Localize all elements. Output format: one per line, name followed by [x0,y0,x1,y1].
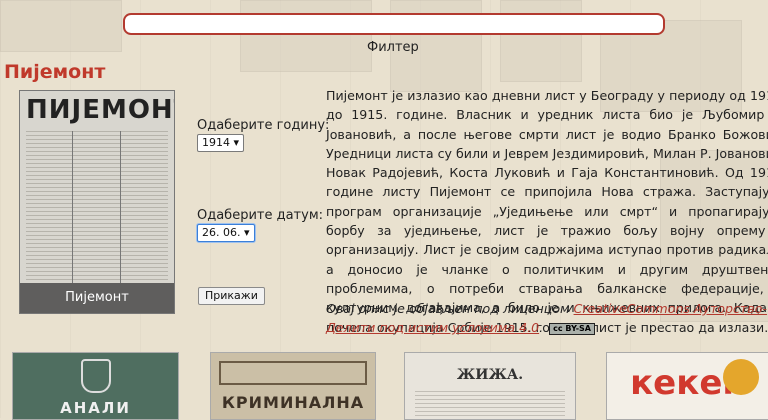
thumbnail-title: АНАЛИ [60,399,131,417]
cover-text-lines [26,131,168,283]
show-button[interactable]: Прикажи [198,287,265,305]
cc-by-sa-icon[interactable]: cc BY-SA [549,322,595,335]
license-suffix: . [539,320,544,335]
license-note: Овај опис је објављен под лиценцом Creat… [326,299,768,337]
year-label: Одаберите годину: [197,118,330,133]
thumbnail-zhiska[interactable]: ЖИЖА. [404,352,576,420]
cover-column-rule [72,131,73,283]
cover-column-rule [120,131,121,283]
thumbnail-text-lines [415,391,565,419]
filter-input[interactable] [123,13,665,35]
year-select[interactable]: 1914 ▾ [197,134,245,152]
thumbnail-kekec[interactable]: кекеп [606,352,768,420]
date-label: Одаберите датум: [197,208,324,223]
badge-circle [723,359,759,395]
license-prefix: Овај опис је објављен под лиценцом [326,301,574,316]
thumbnail-anali[interactable]: АНАЛИ [12,352,179,420]
ornament-frame [219,361,367,385]
filter-label: Филтер [367,40,419,55]
newspaper-cover[interactable]: ПИЈЕМОНТ Пијемонт [19,90,175,314]
crest-icon [81,359,111,393]
cover-caption: Пијемонт [20,283,174,313]
page-title: Пијемонт [4,61,106,83]
thumbnail-title: ЖИЖА. [456,367,524,383]
thumbnail-title: КРИМИНАЛНА [221,393,365,412]
thumbnail-kriminalna[interactable]: КРИМИНАЛНА [210,352,376,420]
cover-masthead: ПИЈЕМОНТ [26,95,174,125]
date-select[interactable]: 26. 06. ▾ [197,224,255,242]
